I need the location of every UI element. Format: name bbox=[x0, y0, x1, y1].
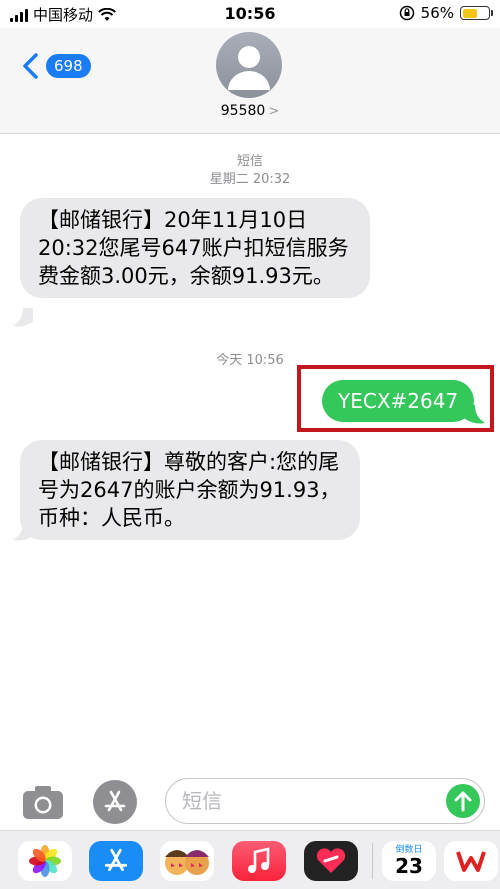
photos-app[interactable] bbox=[18, 841, 72, 881]
contact-name[interactable]: 95580 > bbox=[0, 103, 500, 119]
digital-touch-app[interactable] bbox=[304, 841, 358, 881]
music-app[interactable] bbox=[232, 841, 286, 881]
compose-bar bbox=[0, 776, 500, 828]
received-message[interactable]: 【邮储银行】20年11月10日20:32您尾号647账户扣短信服务费金额3.00… bbox=[20, 198, 370, 298]
bubble-tail bbox=[13, 308, 33, 327]
contact-avatar[interactable] bbox=[216, 32, 282, 98]
wps-icon bbox=[456, 851, 486, 872]
photos-icon bbox=[29, 845, 61, 877]
unread-count-badge: 698 bbox=[46, 54, 91, 78]
app-store-app[interactable] bbox=[89, 841, 143, 881]
message-field[interactable] bbox=[165, 778, 485, 824]
orientation-lock-icon bbox=[399, 5, 414, 21]
conversation-header: 698 95580 > bbox=[0, 28, 500, 134]
camera-button[interactable] bbox=[20, 782, 66, 822]
memoji-app[interactable] bbox=[160, 841, 214, 881]
message-input[interactable] bbox=[166, 779, 426, 823]
chevron-right-icon: > bbox=[268, 104, 280, 119]
status-bar: 中国移动 10:56 56% bbox=[0, 0, 500, 28]
timestamp: 星期二 20:32 bbox=[209, 172, 291, 187]
app-store-button[interactable] bbox=[93, 780, 137, 824]
send-button[interactable] bbox=[446, 784, 480, 818]
contact-number: 95580 bbox=[220, 103, 266, 119]
battery-percent: 56% bbox=[420, 4, 454, 22]
camera-icon bbox=[23, 786, 63, 819]
memoji-icon bbox=[165, 850, 209, 875]
person-icon bbox=[228, 46, 270, 90]
highlight-box bbox=[297, 365, 494, 432]
chevron-left-icon bbox=[23, 53, 38, 79]
countdown-number: 23 bbox=[395, 854, 423, 878]
drawer-divider bbox=[372, 843, 373, 879]
received-message[interactable]: 【邮储银行】尊敬的客户:您的尾号为2647的账户余额为91.93，币种：人民币。 bbox=[20, 440, 360, 540]
back-button[interactable]: 698 bbox=[20, 52, 91, 80]
countdown-app[interactable]: 倒数日 23 bbox=[382, 841, 436, 881]
app-store-icon bbox=[104, 848, 128, 872]
heart-icon bbox=[316, 848, 346, 873]
message-type-label: 短信 bbox=[236, 154, 263, 169]
music-note-icon bbox=[248, 847, 270, 873]
app-drawer: 倒数日 23 bbox=[0, 830, 500, 889]
arrow-up-icon bbox=[454, 791, 472, 812]
app-store-icon bbox=[104, 790, 126, 812]
battery-icon bbox=[460, 6, 493, 20]
status-right: 56% bbox=[399, 4, 493, 22]
wps-app[interactable] bbox=[444, 841, 498, 881]
